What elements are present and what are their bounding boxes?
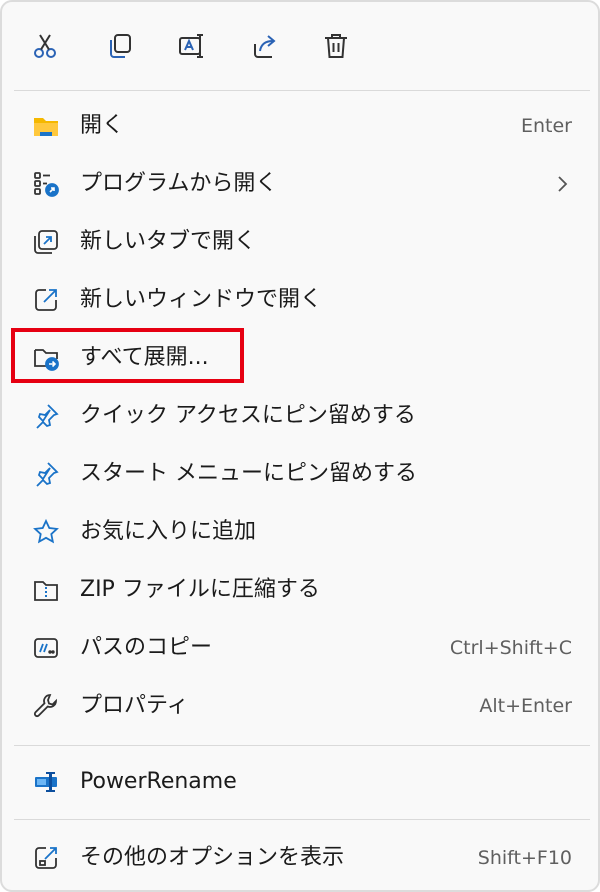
shortcut-text: Shift+F10 [477, 847, 572, 869]
menu-item-show-more-options[interactable]: その他のオプションを表示 Shift+F10 [8, 830, 596, 886]
menu-item-properties[interactable]: プロパティ Alt+Enter [8, 678, 596, 734]
pin-icon [30, 400, 62, 432]
shortcut-text: Enter [521, 115, 572, 137]
divider [14, 819, 590, 820]
rename-button[interactable] [169, 24, 213, 68]
zip-icon [30, 574, 62, 606]
context-menu: 開く Enter プログラムから開く 新しいタブで開く 新しいウィンドウで開く … [0, 0, 600, 892]
rename-icon [179, 34, 203, 58]
cut-button[interactable] [23, 24, 67, 68]
menu-item-label: その他のオプションを表示 [80, 845, 345, 870]
chevron-right-icon [558, 176, 568, 192]
power-rename-icon [30, 766, 62, 798]
shortcut-text: Ctrl+Shift+C [449, 637, 572, 659]
menu-item-open-new-tab[interactable]: 新しいタブで開く [8, 214, 596, 270]
menu-item-label: 開く [80, 113, 125, 138]
menu-item-open-new-window[interactable]: 新しいウィンドウで開く [8, 272, 596, 328]
more-options-icon [30, 842, 62, 874]
share-button[interactable] [243, 24, 287, 68]
menu-item-compress-zip[interactable]: ZIP ファイルに圧縮する [8, 562, 596, 618]
highlight-box [11, 328, 244, 383]
menu-item-label: 新しいタブで開く [80, 229, 257, 254]
pin-icon [30, 458, 62, 490]
menu-item-label: ZIP ファイルに圧縮する [80, 577, 320, 602]
menu-item-label: プロパティ [80, 693, 189, 718]
menu-item-label: パスのコピー [80, 635, 213, 660]
copy-path-icon [30, 632, 62, 664]
open-with-icon [30, 168, 62, 200]
menu-item-pin-start[interactable]: スタート メニューにピン留めする [8, 446, 596, 502]
share-icon [254, 35, 276, 58]
star-icon [30, 516, 62, 548]
menu-item-add-favorites[interactable]: お気に入りに追加 [8, 504, 596, 560]
folder-icon [30, 110, 62, 142]
menu-item-open[interactable]: 開く Enter [8, 98, 596, 154]
menu-item-copy-path[interactable]: パスのコピー Ctrl+Shift+C [8, 620, 596, 676]
menu-item-label: PowerRename [80, 769, 237, 794]
quick-actions-toolbar [2, 2, 600, 90]
menu-item-label: クイック アクセスにピン留めする [80, 403, 416, 428]
divider [14, 90, 590, 91]
delete-icon [325, 34, 347, 58]
menu-item-label: プログラムから開く [80, 171, 278, 196]
copy-icon [110, 34, 131, 58]
menu-item-label: お気に入りに追加 [80, 519, 257, 544]
new-window-icon [30, 284, 62, 316]
copy-button[interactable] [98, 24, 142, 68]
wrench-icon [30, 690, 62, 722]
cut-icon [34, 34, 56, 58]
delete-button[interactable] [314, 24, 358, 68]
divider [14, 745, 590, 746]
menu-item-label: 新しいウィンドウで開く [80, 287, 323, 312]
new-tab-icon [30, 226, 62, 258]
shortcut-text: Alt+Enter [479, 695, 572, 717]
menu-item-power-rename[interactable]: PowerRename [8, 754, 596, 810]
menu-item-pin-quick-access[interactable]: クイック アクセスにピン留めする [8, 388, 596, 444]
menu-item-open-with[interactable]: プログラムから開く [8, 156, 596, 212]
menu-item-label: スタート メニューにピン留めする [80, 461, 417, 486]
